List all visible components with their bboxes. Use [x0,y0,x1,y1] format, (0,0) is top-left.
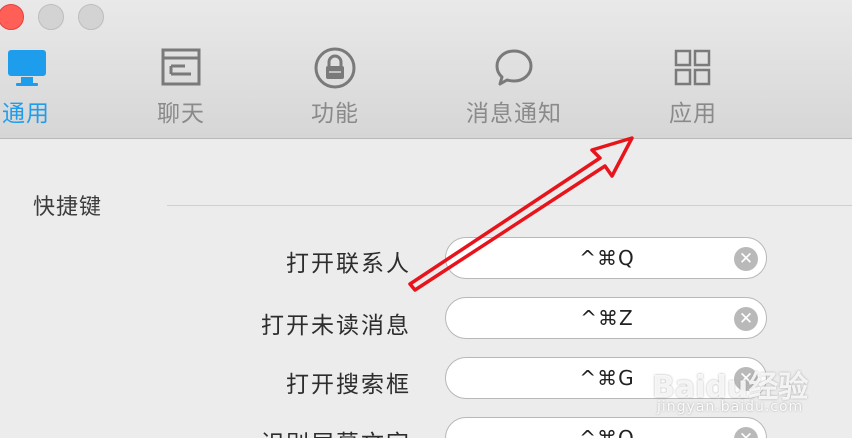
tab-notifications[interactable]: 消息通知 [462,46,566,127]
close-window-button[interactable] [0,4,24,30]
zoom-window-button[interactable] [78,4,104,30]
shortcut-field-screen-ocr[interactable]: ^⌘O ✕ [445,417,767,438]
shortcut-value: ^⌘Z [580,306,634,330]
shortcut-label-open-contacts: 打开联系人 [286,251,411,277]
shortcut-field-open-unread[interactable]: ^⌘Z ✕ [445,297,767,339]
shortcut-label-screen-ocr: 识别屏幕文字 [261,424,411,438]
lock-icon [314,47,356,89]
chat-window-icon [161,48,201,86]
tab-apps[interactable]: 应用 [664,46,722,127]
clear-shortcut-icon[interactable]: ✕ [734,307,758,331]
tab-label: 功能 [311,101,359,127]
shortcuts-section-title: 快捷键 [33,195,103,220]
section-divider [167,205,852,206]
tab-label: 聊天 [157,101,205,127]
preferences-toolbar: 通用 聊天 功能 消息通知 应用 [0,0,852,139]
tab-chat[interactable]: 聊天 [150,46,212,127]
minimize-window-button[interactable] [38,4,64,30]
tab-label: 消息通知 [466,101,562,127]
shortcut-label-open-unread: 打开未读消息 [261,313,411,339]
tab-general[interactable]: 通用 [0,46,54,127]
shortcut-value: ^⌘Q [579,246,635,270]
app-grid-icon [674,49,711,86]
tab-label: 应用 [669,101,717,127]
clear-shortcut-icon[interactable]: ✕ [734,247,758,271]
baidu-watermark-url: jingyan.baidu.com [657,399,804,415]
monitor-icon [8,50,46,86]
shortcut-field-open-contacts[interactable]: ^⌘Q ✕ [445,237,767,279]
tab-features[interactable]: 功能 [304,46,366,127]
tab-label: 通用 [2,101,50,127]
speech-bubble-icon [495,49,533,86]
shortcut-label-open-search: 打开搜索框 [286,372,411,398]
preferences-window: 通用 聊天 功能 消息通知 应用 快捷键 打开联系人 ^⌘Q ✕ 打开未读消息 … [0,0,852,438]
shortcut-value: ^⌘O [579,426,635,438]
